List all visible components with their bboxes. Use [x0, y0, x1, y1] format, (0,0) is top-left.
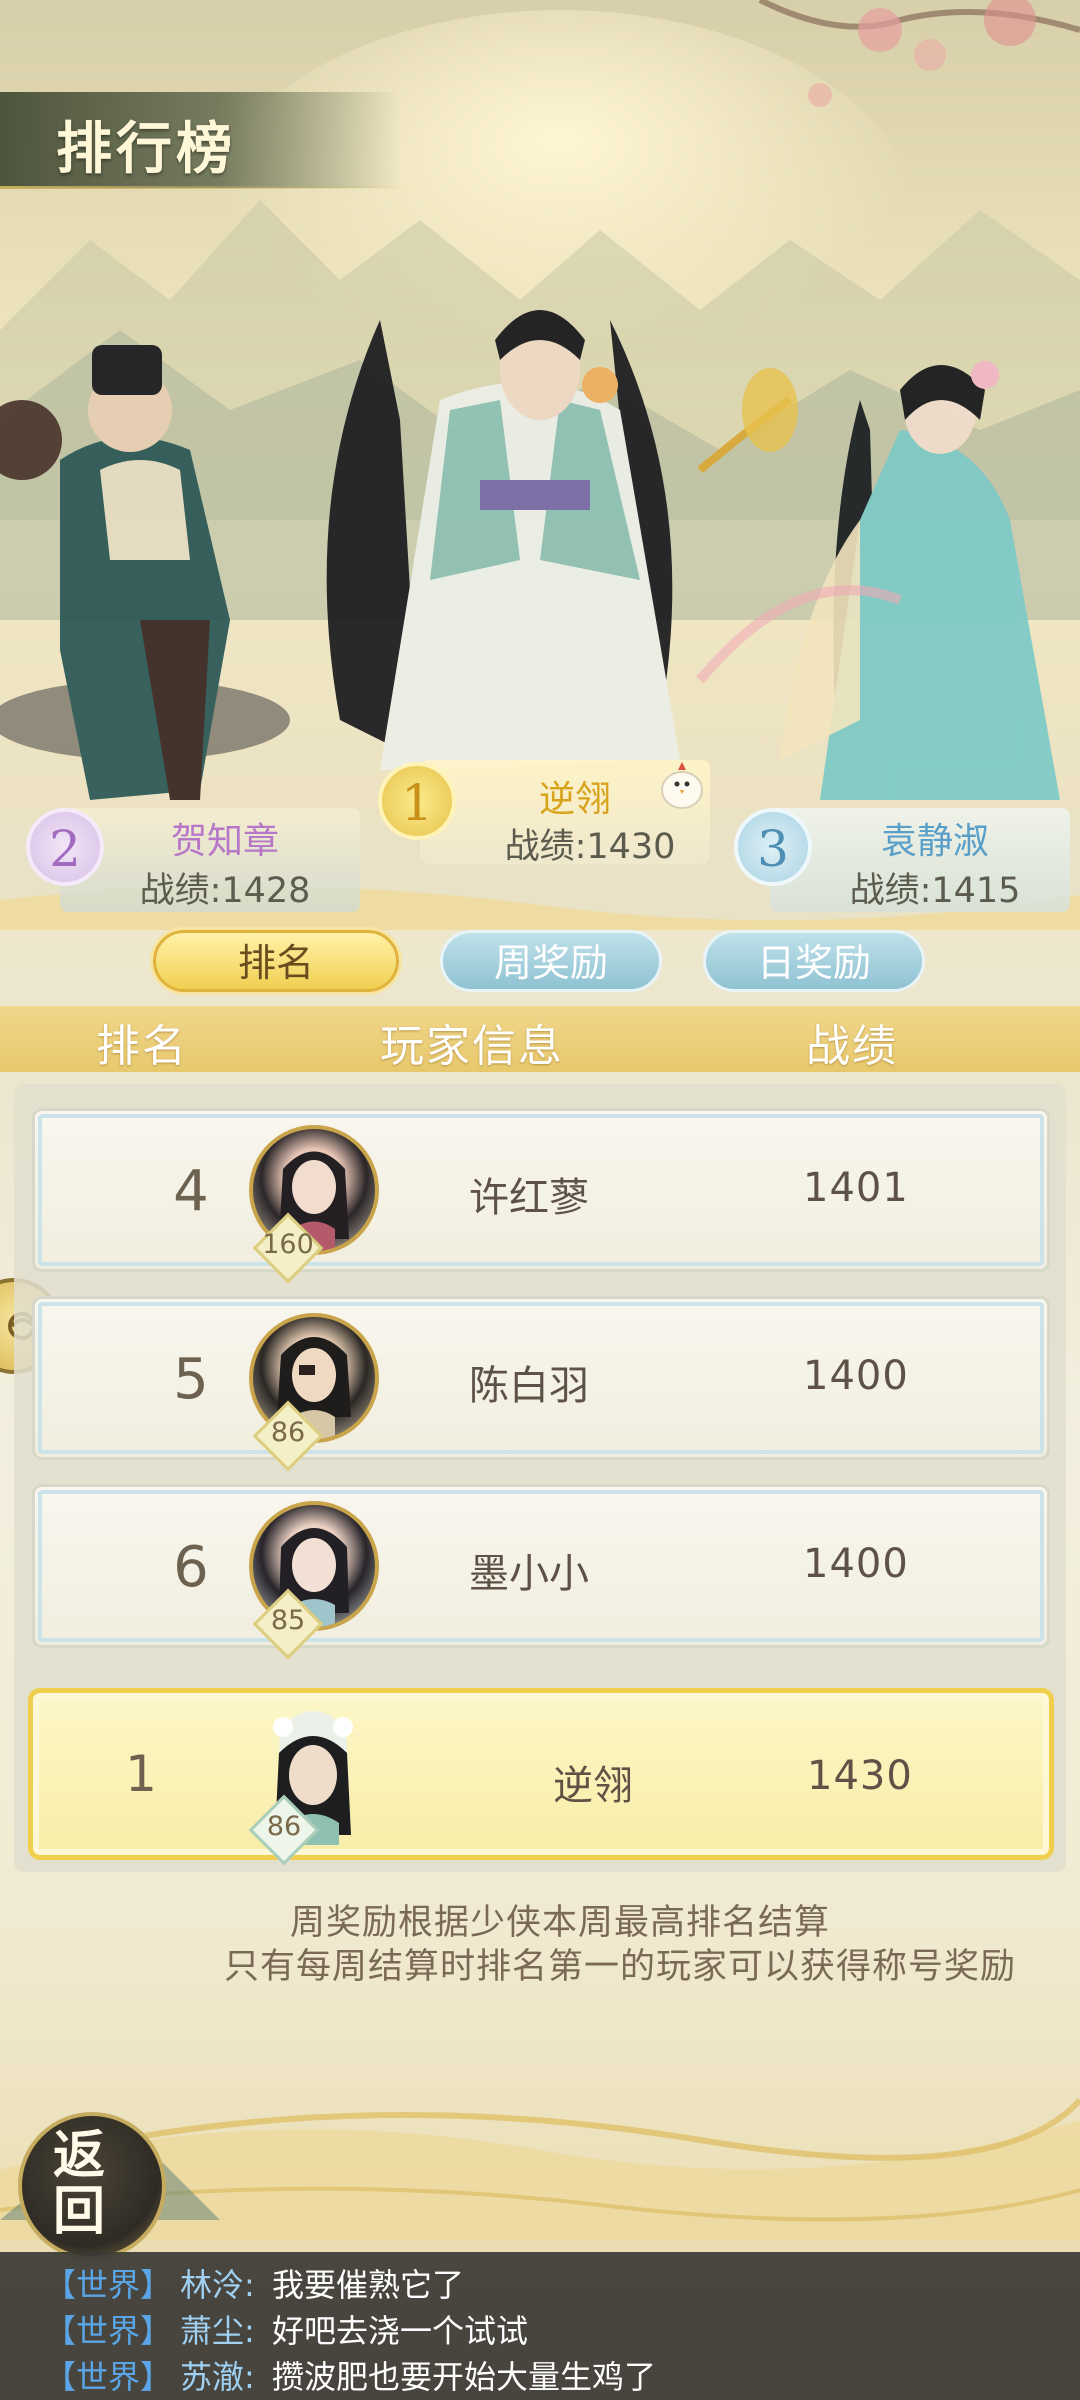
row-rank: 6	[173, 1535, 209, 1600]
player-score: 1400	[803, 1541, 909, 1587]
chat-user[interactable]: 萧尘:	[180, 2306, 255, 2352]
title-divider	[0, 186, 420, 189]
chat-text: 攒波肥也要开始大量生鸡了	[272, 2358, 657, 2396]
my-score: 1430	[807, 1753, 913, 1799]
reward-notice-line-2: 只有每周结算时排名第一的玩家可以获得称号奖励	[223, 1947, 1016, 1987]
podium-third-score: 战绩:1415	[849, 871, 1021, 911]
podium-second-rank-badge: 2	[26, 808, 104, 886]
row-rank: 5	[173, 1347, 209, 1412]
podium-second-name[interactable]: 贺知章	[120, 812, 330, 864]
column-header-score: 战绩	[806, 1021, 898, 1072]
tab-weekly-reward[interactable]: 周奖励	[440, 930, 662, 992]
player-name: 陈白羽	[469, 1363, 589, 1409]
player-score: 1400	[803, 1353, 909, 1399]
my-name: 逆翎	[553, 1763, 633, 1809]
chick-icon	[661, 762, 703, 809]
tab-ranking[interactable]: 排名	[153, 930, 399, 992]
player-level: 160	[262, 1229, 314, 1260]
column-header-player-info: 玩家信息	[380, 1021, 564, 1072]
chat-channel: 【世界】	[44, 2266, 173, 2304]
podium-second-score: 战绩:1428	[139, 871, 311, 911]
podium-third-name[interactable]: 袁静淑	[830, 812, 1040, 864]
podium-first-rank-badge: 1	[378, 762, 456, 840]
table-row[interactable]: 6 85 墨小小 1400	[32, 1484, 1050, 1660]
player-level: 85	[270, 1605, 306, 1636]
podium-first-score: 战绩:1430	[504, 827, 676, 867]
world-chat-bar[interactable]: 【世界】 林泠: 我要催熟它了 【世界】 萧尘: 好吧去浇一个试试 【世界】 苏…	[0, 2252, 1080, 2400]
my-rank: 1	[125, 1745, 157, 1803]
table-row[interactable]: 4 160 许红蓼 1401	[32, 1108, 1050, 1284]
player-name: 墨小小	[469, 1551, 589, 1597]
chat-text: 我要催熟它了	[272, 2266, 465, 2304]
chat-channel: 【世界】	[44, 2358, 173, 2396]
column-header-rank: 排名	[96, 1021, 188, 1072]
my-level: 86	[266, 1811, 302, 1842]
player-score: 1401	[803, 1165, 909, 1211]
tab-daily-reward[interactable]: 日奖励	[703, 930, 925, 992]
table-row[interactable]: 5 86 陈白羽 1400	[32, 1296, 1050, 1472]
chat-channel: 【世界】	[44, 2312, 173, 2350]
my-ranking-row[interactable]: 1 86 逆翎 1430	[28, 1688, 1054, 1866]
podium-first-name[interactable]: 逆翎	[470, 770, 680, 822]
row-rank: 4	[173, 1159, 209, 1224]
chat-user[interactable]: 苏澈:	[180, 2352, 255, 2398]
back-button-label[interactable]: 返回	[44, 2128, 114, 2240]
page-title: 排行榜	[56, 117, 236, 182]
podium-third-rank-badge: 3	[734, 808, 812, 886]
chat-text: 好吧去浇一个试试	[272, 2312, 529, 2350]
player-level: 86	[270, 1417, 306, 1448]
chat-user[interactable]: 林泠:	[180, 2260, 255, 2306]
player-name: 许红蓼	[469, 1175, 589, 1221]
